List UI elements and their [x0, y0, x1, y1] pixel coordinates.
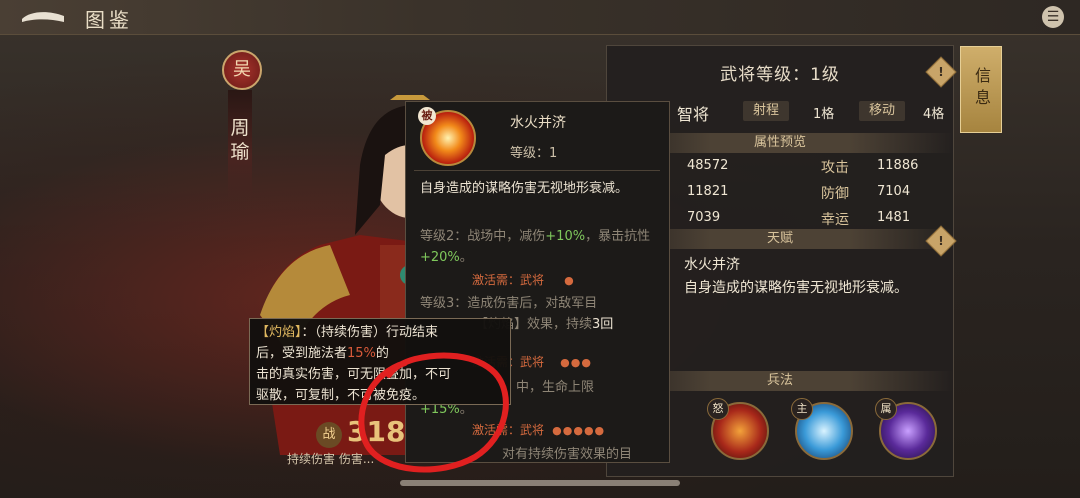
info-tab-label: 信息: [972, 67, 991, 111]
faction-badge: 吴: [222, 50, 262, 90]
level4-effect: 中，生命上限: [516, 380, 595, 395]
level3-req-dots: ●●●: [560, 356, 592, 369]
level2-req-dots: ●: [564, 274, 575, 287]
stat3-value: 7039: [687, 210, 721, 225]
passive-tag: 被: [418, 107, 436, 125]
attack-label: 攻击: [821, 160, 849, 176]
tactic-tag-1: 怒: [707, 398, 729, 420]
top-bar: 图鉴 ☰: [0, 0, 1080, 35]
level3-prefix: 等级3：造成伤害后，对敌军目: [420, 296, 598, 311]
level4-req-dots: ●●●●●: [552, 424, 606, 437]
skill-desc: 自身造成的谋略伤害无视地形衰减。: [420, 181, 629, 196]
level2-value1: +10%: [545, 229, 586, 244]
talent-desc: 自身造成的谋略伤害无视地形衰减。: [684, 280, 908, 296]
talent-name: 水火并济: [684, 257, 740, 273]
tooltip-divider: [414, 170, 660, 171]
hp-value: 48572: [687, 158, 729, 173]
move-value: 4格: [923, 107, 945, 122]
burn-line1: ：（持续伤害）行动结束: [301, 325, 439, 340]
level3-value: 3回: [592, 317, 614, 332]
luck-value: 1481: [877, 210, 911, 225]
tactic-tag-3: 属: [875, 398, 897, 420]
attack-value: 11886: [877, 158, 919, 173]
level2-req-label: 激活需：武将: [472, 273, 545, 287]
back-arrow-icon[interactable]: [18, 6, 68, 28]
defense-label: 防御: [821, 186, 849, 202]
range-value: 1格: [813, 107, 835, 122]
tactic-tag-2: 主: [791, 398, 813, 420]
skill-name: 水火并济: [510, 115, 566, 131]
level2-mid: ，暴击抗性: [585, 229, 651, 244]
level2-value2: +20%: [420, 250, 460, 265]
level2-requirement: 激活需：武将 ●: [472, 270, 669, 291]
burn-title: 【灼焰】: [256, 325, 302, 340]
tab-info[interactable]: 信息: [960, 46, 1002, 133]
range-label: 射程: [743, 101, 790, 121]
level2-effect: 等级2：战场中，减伤+10%，暴击抗性 +20%。: [420, 226, 656, 268]
skill-level: 等级：1: [510, 146, 558, 161]
move-label: 移动: [859, 101, 906, 121]
luck-label: 幸运: [821, 212, 849, 228]
burn-line2-a: 后，受到施法者: [256, 346, 348, 361]
level2-end: 。: [459, 250, 473, 265]
defense-value: 7104: [877, 184, 911, 199]
scroll-indicator[interactable]: [400, 480, 680, 486]
level5-effect: 对有持续伤害效果的目: [502, 447, 633, 462]
menu-icon[interactable]: ☰: [1042, 6, 1064, 28]
hero-type: 智将: [677, 105, 710, 124]
level-title: 武将等级：1级: [720, 65, 840, 85]
level2-prefix: 等级2：战场中，减伤: [420, 229, 546, 244]
stat2-value: 11821: [687, 184, 729, 199]
page-title: 图鉴: [85, 8, 133, 32]
red-circle-annotation: [358, 352, 509, 473]
